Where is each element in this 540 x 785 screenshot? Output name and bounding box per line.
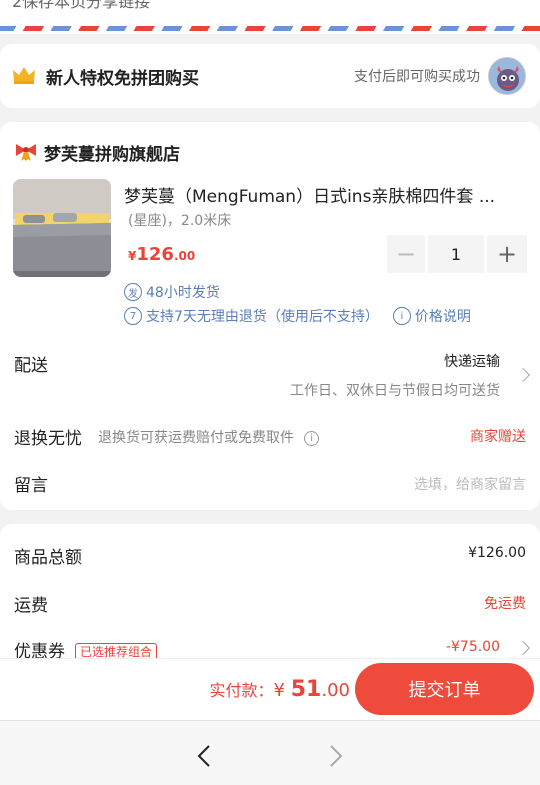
info-icon[interactable]: i [304, 430, 319, 446]
ship-icon: 发 [124, 283, 142, 301]
chevron-right-icon[interactable] [515, 640, 531, 656]
note-input[interactable]: 选填，给商家留言 [414, 474, 526, 494]
freight-label: 运费 [14, 596, 48, 616]
submit-order-button[interactable]: 提交订单 [355, 663, 534, 715]
quantity-stepper: − 1 + [387, 235, 527, 273]
avatar [488, 57, 526, 95]
coupon-value[interactable]: -¥75.00 [446, 639, 500, 655]
quantity-value[interactable]: 1 [428, 235, 484, 273]
order-card: 梦芙蔓拼购旗舰店 梦芙蔓（MengFuman）日式ins亲肤棉四件套 ... (… [0, 122, 540, 510]
chevron-right-icon[interactable] [515, 367, 531, 383]
ship-tag: 发 48小时发货 [124, 282, 220, 302]
perk-title: 新人特权免拼团购买 [46, 69, 199, 89]
goods-total-label: 商品总额 [14, 548, 82, 568]
product-price: ¥126.00 [128, 244, 196, 265]
product-spec[interactable]: (星座)，2.0米床 [128, 210, 231, 230]
airmail-divider [0, 26, 540, 31]
back-arrow-icon[interactable] [190, 741, 220, 771]
note-label: 留言 [14, 476, 48, 496]
product-title[interactable]: 梦芙蔓（MengFuman）日式ins亲肤棉四件套 ... [124, 182, 528, 207]
delivery-method[interactable]: 快递运输 [444, 351, 500, 371]
worry-gift: 商家赠送 [470, 429, 526, 445]
price-note-link[interactable]: 价格说明 [415, 306, 471, 326]
delivery-label: 配送 [14, 356, 48, 376]
info-icon[interactable]: i [392, 307, 411, 325]
seven-day-icon: 7 [124, 307, 142, 325]
browser-nav-bar [0, 720, 540, 785]
worry-desc: 退换货可获运费赔付或免费取件 i [98, 427, 319, 447]
top-text: 2保存本页分享链接 [12, 0, 151, 11]
top-strip: 2保存本页分享链接 [0, 0, 540, 34]
forward-arrow-icon[interactable] [320, 741, 350, 771]
product-thumbnail[interactable] [13, 179, 111, 277]
increase-button[interactable]: + [487, 235, 527, 273]
pay-bar: 实付款：¥ 51.00 提交订单 [0, 658, 540, 720]
perk-note: 支付后即可购买成功 [354, 69, 480, 85]
decrease-button[interactable]: − [387, 235, 425, 273]
delivery-detail[interactable]: 工作日、双休日与节假日均可送货 [290, 380, 500, 400]
perk-card: 新人特权免拼团购买 支付后即可购买成功 [0, 44, 540, 108]
summary-card: 商品总额 ¥126.00 运费 免运费 优惠券 已选推荐组合 -¥75.00 [0, 524, 540, 664]
shop-bow-icon [16, 144, 36, 161]
worry-label: 退换无忧 [14, 429, 82, 449]
freight-value: 免运费 [484, 596, 526, 612]
goods-total-value: ¥126.00 [468, 545, 526, 561]
pay-amount: 实付款：¥ 51.00 [209, 677, 350, 702]
return-tag: 7 支持7天无理由退货（使用后不支持） i 价格说明 [124, 306, 471, 326]
shop-name[interactable]: 梦芙蔓拼购旗舰店 [44, 140, 180, 165]
crown-icon [13, 67, 35, 84]
